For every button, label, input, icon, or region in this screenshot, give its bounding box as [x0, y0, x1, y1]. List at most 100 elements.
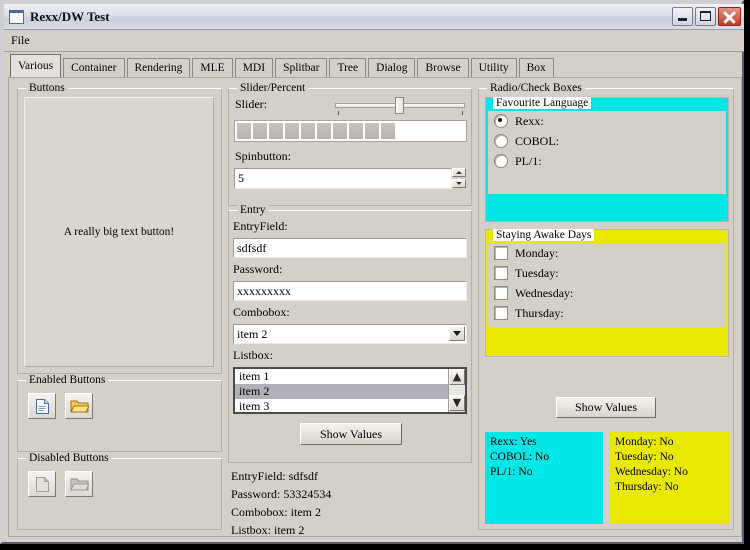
- chevron-down-icon: [456, 182, 462, 185]
- check-option-monday[interactable]: Monday:: [488, 243, 726, 263]
- tab-dialog[interactable]: Dialog: [368, 58, 416, 77]
- tab-tree[interactable]: Tree: [329, 58, 367, 77]
- tab-splitbar[interactable]: Splitbar: [275, 58, 328, 77]
- open-folder-icon-disabled: [69, 478, 89, 491]
- favourite-language-label: Favourite Language: [493, 97, 592, 109]
- tab-container[interactable]: Container: [63, 58, 125, 77]
- percent-segment: [365, 123, 379, 139]
- combobox-dropdown-button[interactable]: [449, 326, 465, 341]
- listbox-scroll-down-button[interactable]: ▼: [449, 395, 465, 411]
- radio-option-pl1[interactable]: PL/1:: [488, 151, 726, 171]
- listbox-item-3[interactable]: item 3: [235, 399, 465, 412]
- check-option-tuesday[interactable]: Tuesday:: [488, 263, 726, 283]
- window-controls: [672, 7, 741, 26]
- chevron-up-icon: ▲: [452, 370, 462, 383]
- favourite-language-options: Rexx: COBOL: PL/1:: [488, 111, 726, 194]
- entry-group: Entry EntryField: sdfsdf Password: xxxxx…: [228, 204, 472, 463]
- tab-mdi[interactable]: MDI: [234, 58, 274, 77]
- favourite-language-group: Favourite Language Rexx: COBOL: PL/1:: [485, 97, 729, 222]
- slider-label: Slider:: [235, 97, 267, 111]
- big-text-button[interactable]: A really big text button!: [24, 97, 214, 367]
- tab-various[interactable]: Various: [10, 54, 62, 77]
- listbox-item-2[interactable]: item 2: [235, 384, 465, 399]
- minimize-icon: [678, 18, 687, 21]
- staying-awake-days-label: Staying Awake Days: [493, 229, 595, 241]
- close-button[interactable]: [718, 7, 741, 26]
- password-label: Password:: [233, 262, 283, 276]
- disabled-buttons-group-label: Disabled Buttons: [26, 452, 112, 464]
- radio-option-rexx[interactable]: Rexx:: [488, 111, 726, 131]
- radio-check-boxes-group-label: Radio/Check Boxes: [487, 82, 585, 94]
- checkbox-icon-thursday[interactable]: [494, 306, 508, 320]
- radio-option-cobol[interactable]: COBOL:: [488, 131, 726, 151]
- show-values-button-entry[interactable]: Show Values: [300, 423, 402, 445]
- window-doc-icon: [9, 9, 24, 24]
- radio-results-panel: Rexx: Yes COBOL: No PL/1: No: [485, 432, 603, 524]
- tab-mle[interactable]: MLE: [192, 58, 233, 77]
- listbox[interactable]: item 1 item 2 item 3 ▲ ▼: [233, 367, 467, 414]
- checkbox-icon-tuesday[interactable]: [494, 266, 508, 280]
- chevron-down-icon: [453, 331, 461, 336]
- result-combobox: Combobox: item 2: [231, 505, 321, 519]
- show-values-button-radio[interactable]: Show Values: [556, 397, 656, 418]
- percent-segment: [237, 123, 251, 139]
- percent-segment: [317, 123, 331, 139]
- menu-item-file[interactable]: File: [4, 31, 37, 50]
- tab-rendering[interactable]: Rendering: [126, 58, 191, 77]
- slider-percent-group-label: Slider/Percent: [237, 82, 309, 94]
- checkbox-icon-monday[interactable]: [494, 246, 508, 260]
- check-option-thursday[interactable]: Thursday:: [488, 303, 726, 323]
- check-label-thursday: Thursday:: [515, 305, 564, 320]
- enabled-buttons-group: Enabled Buttons: [17, 374, 222, 452]
- listbox-label: Listbox:: [233, 348, 274, 362]
- tab-utility[interactable]: Utility: [470, 58, 517, 77]
- window-title: Rexx/DW Test: [30, 8, 110, 24]
- result-password: Password: 53324534: [231, 487, 332, 501]
- percent-segment: [333, 123, 347, 139]
- radio-icon-pl1[interactable]: [494, 154, 508, 168]
- spinbutton-input[interactable]: 5: [234, 168, 452, 189]
- maximize-button[interactable]: [695, 7, 716, 26]
- percent-segment: [269, 123, 283, 139]
- radio-icon-cobol[interactable]: [494, 134, 508, 148]
- new-file-button[interactable]: [28, 393, 56, 419]
- radio-label-cobol: COBOL:: [515, 133, 560, 148]
- spinbutton-down-button[interactable]: [452, 179, 466, 188]
- open-folder-button[interactable]: [65, 393, 93, 419]
- slider-percent-group: Slider/Percent Slider: Spinbutton: 5: [228, 82, 472, 206]
- password-input[interactable]: xxxxxxxxx: [233, 281, 467, 301]
- check-results-panel: Monday: No Tuesday: No Wednesday: No Thu…: [610, 432, 729, 524]
- minimize-button[interactable]: [672, 7, 693, 26]
- combobox-input[interactable]: item 2: [233, 324, 467, 344]
- slider-thumb[interactable]: [395, 97, 404, 114]
- check-result-line-4: Thursday: No: [615, 481, 679, 493]
- percent-segment: [381, 123, 395, 139]
- tab-browse[interactable]: Browse: [417, 58, 469, 77]
- disabled-buttons-group: Disabled Buttons: [17, 452, 222, 530]
- entryfield-input[interactable]: sdfsdf: [233, 238, 467, 258]
- staying-awake-days-group: Staying Awake Days Monday: Tuesday: Wedn…: [485, 229, 729, 357]
- check-label-tuesday: Tuesday:: [515, 265, 559, 280]
- buttons-group-label: Buttons: [26, 82, 68, 94]
- listbox-scroll-up-button[interactable]: ▲: [449, 369, 465, 385]
- listbox-item-1[interactable]: item 1: [235, 369, 465, 384]
- check-option-wednesday[interactable]: Wednesday:: [488, 283, 726, 303]
- radio-icon-rexx[interactable]: [494, 114, 508, 128]
- application-window: Rexx/DW Test File Various Container Rend…: [0, 0, 744, 544]
- checkbox-icon-wednesday[interactable]: [494, 286, 508, 300]
- spinbutton-label: Spinbutton:: [235, 149, 292, 163]
- spinbutton-up-button[interactable]: [452, 168, 466, 177]
- staying-awake-days-options: Monday: Tuesday: Wednesday: Thursday:: [488, 243, 726, 327]
- new-file-icon: [35, 398, 49, 414]
- entry-group-label: Entry: [237, 204, 269, 216]
- percent-bar: [234, 120, 467, 142]
- radio-result-line-2: COBOL: No: [490, 451, 550, 463]
- radio-label-rexx: Rexx:: [515, 113, 544, 128]
- tab-box[interactable]: Box: [518, 58, 554, 77]
- radio-label-pl1: PL/1:: [515, 153, 542, 168]
- result-listbox: Listbox: item 2: [231, 523, 305, 537]
- tab-page-various: Buttons A really big text button! Enable…: [8, 77, 742, 537]
- enabled-buttons-group-label: Enabled Buttons: [26, 374, 109, 386]
- tab-strip: Various Container Rendering MLE MDI Spli…: [10, 54, 740, 78]
- listbox-scrollbar[interactable]: ▲ ▼: [448, 369, 465, 412]
